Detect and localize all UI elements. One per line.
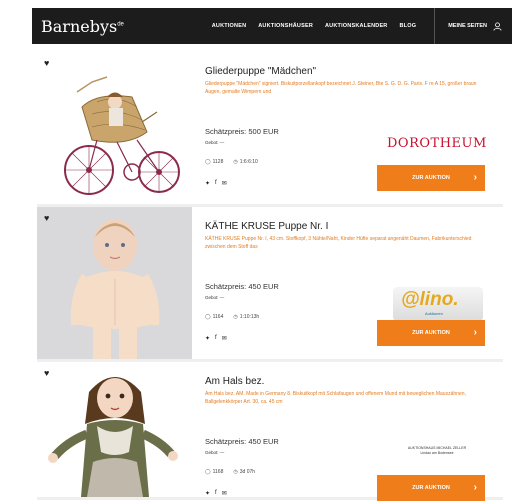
share-icons: ✦ f ✉ <box>205 490 227 497</box>
chevron-right-icon: › <box>473 172 477 183</box>
listing-title[interactable]: Gliederpuppe "Mädchen" <box>205 66 316 77</box>
time-stat: ◷ 1:6:6:10 <box>233 159 257 165</box>
twitter-icon[interactable]: ✦ <box>205 335 210 342</box>
email-icon[interactable]: ✉ <box>222 490 227 497</box>
views-stat: ◯ 1164 <box>205 314 223 320</box>
time-stat: ◷ 1:10:13h <box>233 314 259 320</box>
eye-icon: ◯ <box>205 159 211 165</box>
chevron-right-icon: › <box>473 482 477 493</box>
listing-estimate-price: Schätzpreis: 450 EUR <box>205 282 279 291</box>
eye-icon: ◯ <box>205 314 211 320</box>
menu-item-auktionen[interactable]: AUKTIONEN <box>212 23 247 29</box>
listing-estimate-price: Schätzpreis: 450 EUR <box>205 437 279 446</box>
twitter-icon[interactable]: ✦ <box>205 490 210 497</box>
views-count: 1168 <box>212 469 224 475</box>
listing-stats: ◯ 1168 ◷ 3d 07h <box>205 469 255 475</box>
listing-card[interactable]: ♥ KÄTHE KRUSE Puppe Nr. I KÄTHE KRUSE Pu… <box>37 207 503 362</box>
button-label: ZUR AUKTION <box>412 175 450 181</box>
facebook-icon[interactable]: f <box>215 490 217 497</box>
listing-estimate-price: Schätzpreis: 500 EUR <box>205 127 279 136</box>
menu-divider <box>434 8 436 44</box>
listing-card[interactable]: ♥ Gliederpuppe "Mädchen" Gliederpuppe "M… <box>37 52 503 207</box>
listing-list: ♥ Gliederpuppe "Mädchen" Gliederpuppe "M… <box>37 52 503 501</box>
lino-logo-text: @lino. <box>401 289 459 310</box>
listing-stats: ◯ 1164 ◷ 1:10:13h <box>205 314 259 320</box>
listing-bid: Gebot: — <box>205 295 225 300</box>
logo-text: Barnebys <box>41 16 118 36</box>
favorite-heart-icon[interactable]: ♥ <box>44 368 49 378</box>
listing-bid: Gebot: — <box>205 450 225 455</box>
twitter-icon[interactable]: ✦ <box>205 180 210 187</box>
logo-suffix: de <box>117 21 124 28</box>
clock-icon: ◷ <box>233 469 238 475</box>
listing-description: KÄTHE KRUSE Puppe Nr. I, 43 cm. Stoffkop… <box>205 236 472 250</box>
button-label: ZUR AUKTION <box>412 485 450 491</box>
button-label: ZUR AUKTION <box>412 330 450 336</box>
menu-item-auktionskalender[interactable]: AUKTIONSKALENDER <box>325 23 387 29</box>
share-icons: ✦ f ✉ <box>205 180 227 187</box>
eye-icon: ◯ <box>205 469 211 475</box>
email-icon[interactable]: ✉ <box>222 180 227 187</box>
favorite-heart-icon[interactable]: ♥ <box>44 213 49 223</box>
auction-house-logo-lino[interactable]: @lino. Auktionen <box>393 287 483 321</box>
listing-title[interactable]: KÄTHE KRUSE Puppe Nr. I <box>205 221 328 232</box>
clock-icon: ◷ <box>233 159 238 165</box>
listing-image-porcelain-doll[interactable] <box>37 362 192 497</box>
zeller-logo-subtext: Lindau am Bodensee <box>420 451 454 455</box>
lino-logo-subtext: Auktionen <box>425 311 443 316</box>
zur-auktion-button[interactable]: ZUR AUKTION › <box>377 165 485 191</box>
zur-auktion-button[interactable]: ZUR AUKTION › <box>377 320 485 346</box>
facebook-icon[interactable]: f <box>215 180 217 187</box>
time-remaining: 3d 07h <box>239 469 256 475</box>
menu-item-auktionshaeuser[interactable]: AUKTIONSHÄUSER <box>258 23 313 29</box>
favorite-heart-icon[interactable]: ♥ <box>44 58 49 68</box>
time-remaining: 1:10:13h <box>239 314 260 320</box>
facebook-icon[interactable]: f <box>215 335 217 342</box>
listing-description: Gliederpuppe "Mädchen" signiert. Biskuit… <box>205 81 477 95</box>
email-icon[interactable]: ✉ <box>222 335 227 342</box>
zur-auktion-button[interactable]: ZUR AUKTION › <box>377 475 485 501</box>
auction-house-logo-dorotheum[interactable]: DOROTHEUM <box>387 136 487 151</box>
time-stat: ◷ 3d 07h <box>233 469 255 475</box>
listing-description: Am Hals bez. AM. Made in Germany 8. Bisk… <box>205 391 466 405</box>
menu-item-blog[interactable]: BLOG <box>399 23 416 29</box>
listing-card[interactable]: ♥ Am Hals bez. Am Hals bez. AM. Made in … <box>37 362 503 501</box>
views-count: 1164 <box>212 314 224 320</box>
clock-icon: ◷ <box>233 314 238 320</box>
time-remaining: 1:6:6:10 <box>239 159 258 165</box>
listing-stats: ◯ 1128 ◷ 1:6:6:10 <box>205 159 258 165</box>
barnebys-logo[interactable]: Barnebysde <box>41 17 124 36</box>
views-count: 1128 <box>212 159 224 165</box>
user-icon[interactable] <box>493 21 502 31</box>
share-icons: ✦ f ✉ <box>205 335 227 342</box>
chevron-right-icon: › <box>473 327 477 338</box>
main-menu: AUKTIONEN AUKTIONSHÄUSER AUKTIONSKALENDE… <box>200 8 512 44</box>
listing-title[interactable]: Am Hals bez. <box>205 376 264 387</box>
views-stat: ◯ 1128 <box>205 159 223 165</box>
top-navigation-bar: Barnebysde AUKTIONEN AUKTIONSHÄUSER AUKT… <box>32 8 512 44</box>
listing-bid: Gebot: — <box>205 140 225 145</box>
listing-image-doll-carriage[interactable] <box>37 52 192 204</box>
meine-seiten-link[interactable]: MEINE SEITEN <box>448 23 487 29</box>
auction-house-logo-zeller[interactable]: AUKTIONSHAUS MICHAEL ZELLER Lindau am Bo… <box>387 446 487 456</box>
listing-image-kaethe-kruse-doll[interactable] <box>37 207 192 359</box>
views-stat: ◯ 1168 <box>205 469 223 475</box>
